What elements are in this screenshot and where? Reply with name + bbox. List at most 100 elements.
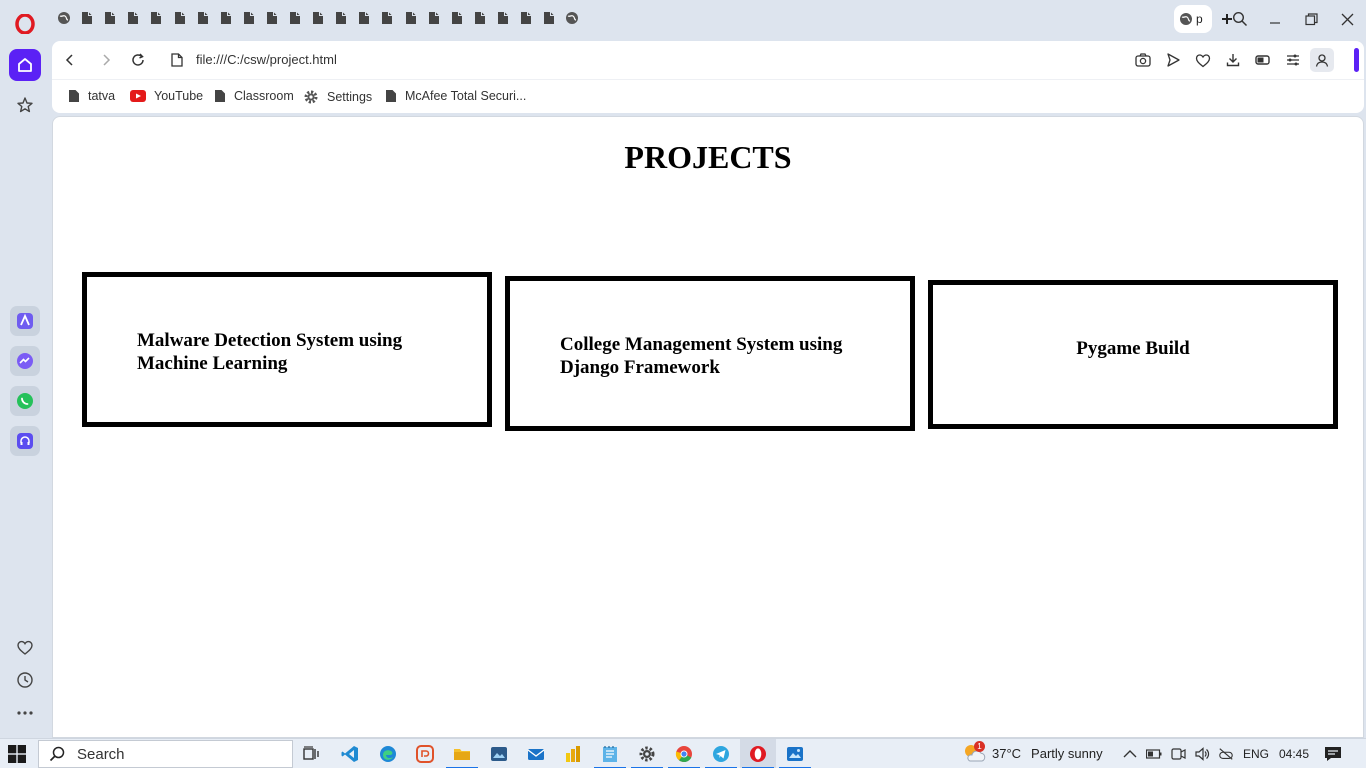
project-card-pygame: Pygame Build (928, 280, 1338, 429)
telegram-icon[interactable] (705, 744, 737, 768)
camera-icon[interactable] (1134, 51, 1152, 69)
pinned-tab-document-icon[interactable] (218, 10, 234, 26)
clock[interactable]: 04:45 (1279, 747, 1309, 761)
project-card-label: Pygame Build (1076, 338, 1190, 359)
pinned-tab-document-icon[interactable] (379, 10, 395, 26)
photos-icon[interactable] (779, 744, 811, 768)
notepad-icon[interactable] (594, 744, 626, 768)
pinned-tab-document-icon[interactable] (495, 10, 511, 26)
bookmark-mcafee[interactable]: McAfee Total Securi... (385, 89, 526, 103)
settings-icon[interactable] (631, 744, 663, 768)
address-bar: file:///C:/csw/project.html (52, 41, 1364, 79)
pinned-tab-globe-icon[interactable] (56, 10, 72, 26)
restore-button[interactable] (1301, 9, 1321, 29)
sidebar-toggle-indicator[interactable] (1354, 48, 1359, 72)
opera-menu-icon[interactable] (9, 8, 41, 40)
document-icon (214, 89, 226, 103)
language-indicator[interactable]: ENG (1243, 747, 1269, 761)
pinned-tab-document-icon[interactable] (241, 10, 257, 26)
history-icon[interactable] (9, 664, 41, 696)
network-offline-icon[interactable] (1218, 746, 1234, 762)
pinned-tab-document-icon[interactable] (472, 10, 488, 26)
send-icon[interactable] (1164, 51, 1182, 69)
chrome-icon[interactable] (668, 744, 700, 768)
pinned-tab-globe-icon[interactable] (564, 10, 580, 26)
pinned-tab-document-icon[interactable] (172, 10, 188, 26)
pinned-tab-document-icon[interactable] (541, 10, 557, 26)
pinned-tab-document-icon[interactable] (310, 10, 326, 26)
pinned-tab-document-icon[interactable] (148, 10, 164, 26)
profile-icon[interactable] (1310, 48, 1334, 72)
edge-icon[interactable] (378, 744, 398, 764)
opera-icon[interactable] (742, 744, 774, 768)
reload-button[interactable] (129, 51, 147, 69)
pinned-tab-document-icon[interactable] (79, 10, 95, 26)
star-icon[interactable] (9, 89, 41, 121)
bookmark-tatva[interactable]: tatva (68, 89, 115, 103)
pinned-tab-document-icon[interactable] (426, 10, 442, 26)
project-card-label: Malware Detection System using Machine L… (137, 330, 403, 374)
pinned-tab-document-icon[interactable] (449, 10, 465, 26)
photos-editor-icon[interactable] (489, 744, 509, 764)
file-icon (168, 51, 186, 69)
weather-badge: 1 (974, 741, 985, 752)
office-app-icon[interactable] (415, 744, 435, 764)
pinned-tab-document-icon[interactable] (333, 10, 349, 26)
taskbar-search[interactable]: Search (38, 740, 293, 768)
home-icon[interactable] (9, 49, 41, 81)
pinned-tab-document-icon[interactable] (102, 10, 118, 26)
bookmark-settings[interactable]: Settings (303, 89, 372, 105)
globe-icon (1179, 12, 1193, 26)
search-tabs-icon[interactable] (1230, 9, 1250, 29)
whatsapp-icon[interactable] (10, 386, 40, 416)
pinned-tab-document-icon[interactable] (287, 10, 303, 26)
vscode-icon[interactable] (340, 744, 360, 764)
download-icon[interactable] (1224, 51, 1242, 69)
pinned-tab-document-icon[interactable] (403, 10, 419, 26)
bookmark-youtube[interactable]: YouTube (130, 89, 203, 103)
mail-icon[interactable] (526, 744, 546, 764)
project-card-malware: Malware Detection System using Machine L… (82, 272, 492, 427)
gear-icon (303, 89, 319, 105)
heart-icon[interactable] (9, 632, 41, 664)
minimize-button[interactable] (1265, 9, 1285, 29)
taskbar-search-label: Search (77, 745, 125, 763)
active-tab-label: p (1196, 12, 1203, 26)
youtube-icon (130, 90, 146, 102)
battery-icon[interactable] (1146, 746, 1162, 762)
more-options-icon[interactable] (9, 697, 41, 729)
notifications-icon[interactable] (1324, 746, 1342, 762)
active-tab[interactable]: p (1174, 5, 1212, 33)
project-card-label: College Management System using Django F… (560, 334, 843, 378)
speaker-icon[interactable] (1194, 746, 1210, 762)
meet-now-icon[interactable] (1170, 746, 1186, 762)
pinned-tab-document-icon[interactable] (356, 10, 372, 26)
pinned-tab-document-icon[interactable] (264, 10, 280, 26)
web-page: PROJECTS Malware Detection System using … (52, 116, 1364, 738)
power-bi-icon[interactable] (563, 744, 583, 764)
tab-strip: p (52, 0, 1366, 38)
pinned-tab-document-icon[interactable] (125, 10, 141, 26)
weather-temp: 37°C (992, 745, 1022, 761)
weather-description: Partly sunny (1031, 745, 1103, 761)
url-field[interactable]: file:///C:/csw/project.html (196, 52, 337, 67)
easy-setup-icon[interactable] (1284, 51, 1302, 69)
chevron-up-icon[interactable] (1122, 746, 1138, 762)
forward-button[interactable] (97, 51, 115, 69)
back-button[interactable] (61, 51, 79, 69)
messenger-icon[interactable] (10, 346, 40, 376)
heart-icon[interactable] (1194, 51, 1212, 69)
search-icon (49, 746, 65, 762)
pinned-tab-document-icon[interactable] (518, 10, 534, 26)
task-view-icon[interactable] (302, 744, 322, 764)
file-explorer-icon[interactable] (446, 744, 478, 768)
aria-icon[interactable] (10, 306, 40, 336)
bookmarks-bar: tatva YouTube Classroom Settings McAfee … (52, 79, 1364, 113)
battery-saver-icon[interactable] (1254, 51, 1272, 69)
windows-start-icon[interactable] (8, 745, 26, 763)
close-window-button[interactable] (1337, 9, 1357, 29)
music-player-icon[interactable] (10, 426, 40, 456)
pinned-tab-document-icon[interactable] (195, 10, 211, 26)
bookmark-classroom[interactable]: Classroom (214, 89, 294, 103)
document-icon (68, 89, 80, 103)
